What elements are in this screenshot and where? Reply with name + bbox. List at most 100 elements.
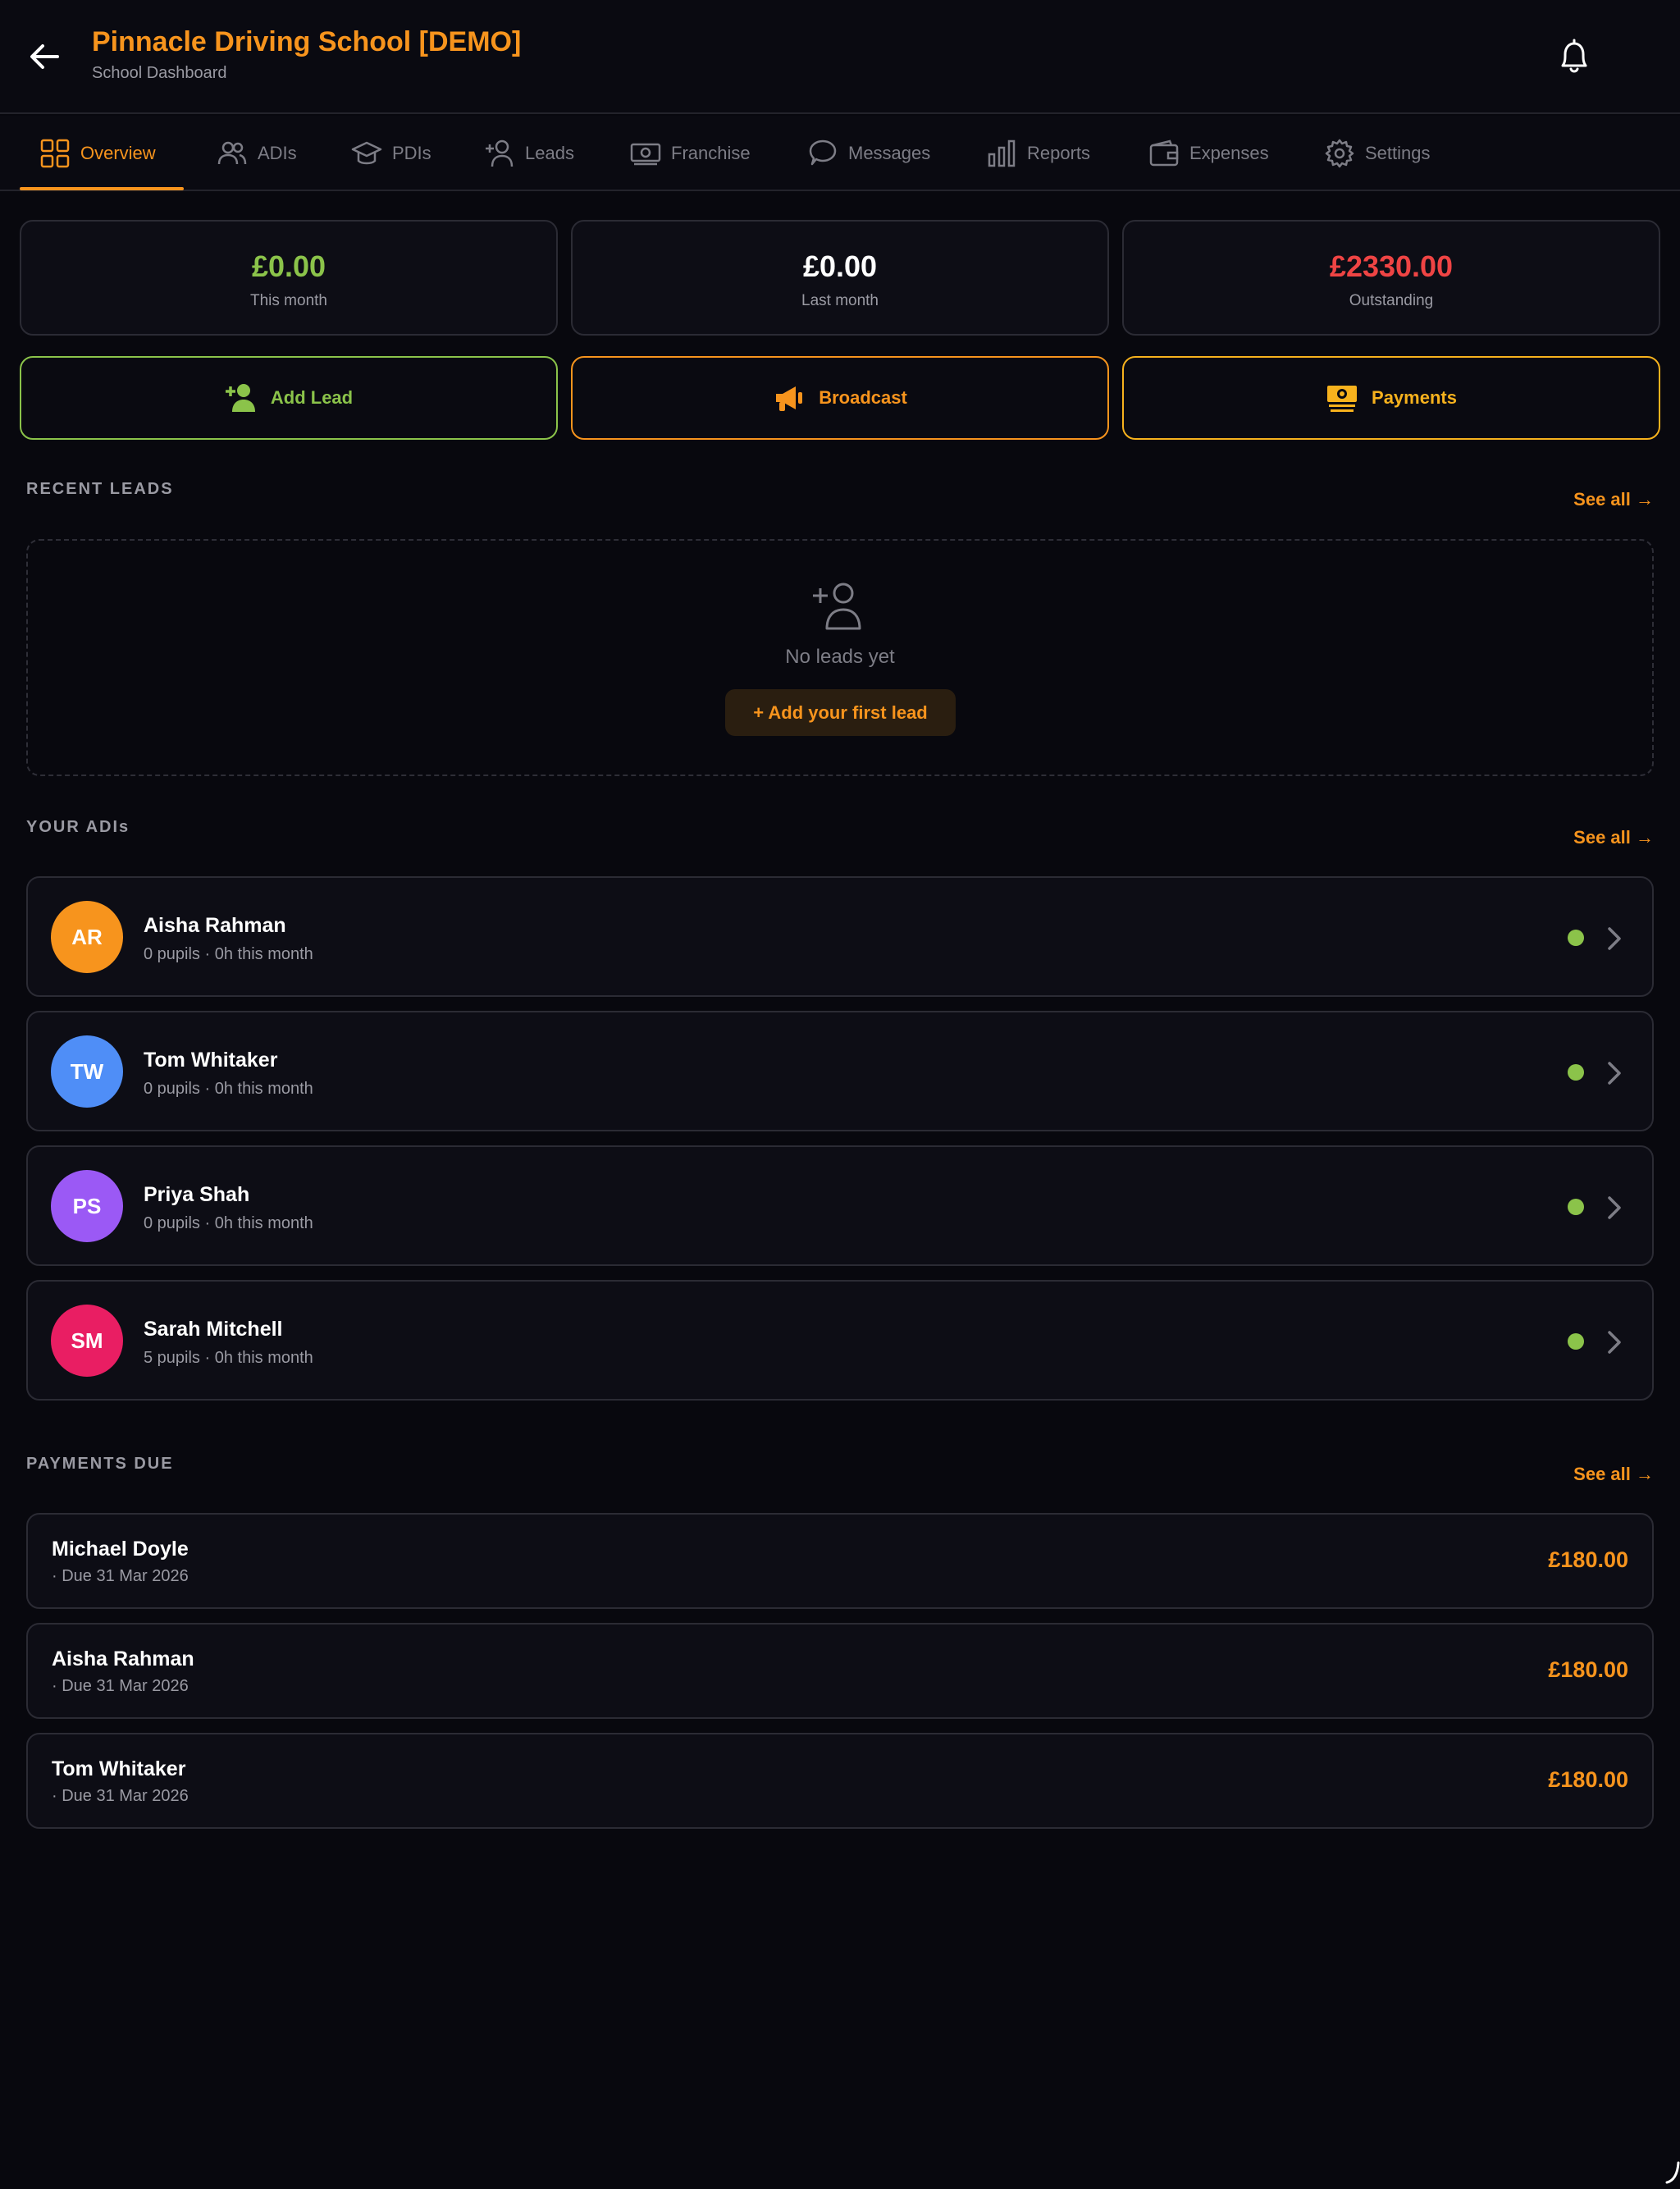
adi-name: Aisha Rahman <box>144 914 286 937</box>
tab-label: PDIs <box>392 143 431 163</box>
payment-due-date: · Due 31 Mar 2026 <box>52 1677 189 1695</box>
stat-value: £0.00 <box>251 249 326 283</box>
avatar: AR <box>51 901 123 973</box>
banknote-icon <box>630 143 661 166</box>
status-dot <box>1568 1199 1584 1215</box>
user-plus-icon <box>486 139 514 167</box>
user-plus-icon <box>813 583 861 630</box>
adi-meta: 0 pupils · 0h this month <box>144 945 313 963</box>
megaphone-icon <box>776 386 803 411</box>
avatar: PS <box>51 1170 123 1242</box>
chevron-right-icon <box>1608 1196 1621 1219</box>
tab-messages[interactable]: Messages <box>807 116 930 191</box>
adi-meta: 0 pupils · 0h this month <box>144 1214 313 1232</box>
stat-value: £0.00 <box>802 249 878 283</box>
tab-label: Settings <box>1365 143 1431 163</box>
payment-row[interactable]: Tom Whitaker · Due 31 Mar 2026 £180.00 <box>26 1733 1654 1829</box>
payment-amount: £180.00 <box>1548 1767 1628 1792</box>
back-button[interactable] <box>26 38 64 75</box>
add-lead-label: Add Lead <box>270 387 354 408</box>
payment-row[interactable]: Aisha Rahman · Due 31 Mar 2026 £180.00 <box>26 1623 1654 1719</box>
payer-name: Tom Whitaker <box>52 1757 186 1780</box>
avatar: SM <box>51 1305 123 1377</box>
tab-leads[interactable]: Leads <box>484 116 574 191</box>
arrow-left-icon <box>30 44 59 69</box>
payment-amount: £180.00 <box>1548 1657 1628 1682</box>
payment-due-date: · Due 31 Mar 2026 <box>52 1787 189 1805</box>
status-dot <box>1568 1064 1584 1081</box>
tab-expenses[interactable]: Expenses <box>1148 116 1269 191</box>
broadcast-button[interactable]: Broadcast <box>571 356 1109 440</box>
payment-amount: £180.00 <box>1548 1547 1628 1572</box>
gear-icon <box>1325 139 1354 168</box>
empty-leads-text: No leads yet <box>785 646 895 668</box>
active-tab-indicator <box>20 187 184 190</box>
status-dot <box>1568 930 1584 946</box>
money-stack-icon <box>1327 386 1358 412</box>
stat-card-last-month: £0.00 Last month <box>571 220 1109 336</box>
adi-name: Tom Whitaker <box>144 1049 278 1072</box>
notifications-button[interactable] <box>1555 36 1593 77</box>
payments-label: Payments <box>1372 387 1457 408</box>
adis-see-all-link[interactable]: See all → <box>1573 827 1654 848</box>
page-subtitle: School Dashboard <box>92 64 227 82</box>
payments-see-all-link[interactable]: See all → <box>1573 1464 1654 1485</box>
adi-meta: 0 pupils · 0h this month <box>144 1080 313 1098</box>
broadcast-label: Broadcast <box>819 387 907 408</box>
payer-name: Aisha Rahman <box>52 1647 194 1670</box>
recent-leads-see-all-link[interactable]: See all → <box>1573 489 1654 510</box>
avatar: TW <box>51 1035 123 1108</box>
wallet-icon <box>1149 139 1179 167</box>
tab-label: ADIs <box>258 143 297 163</box>
status-dot <box>1568 1333 1584 1350</box>
tab-adis[interactable]: ADIs <box>217 116 297 191</box>
add-lead-button[interactable]: Add Lead <box>20 356 558 440</box>
adis-heading: YOUR ADIs <box>26 818 130 836</box>
adi-card[interactable]: TW Tom Whitaker 0 pupils · 0h this month <box>26 1011 1654 1131</box>
stat-card-this-month: £0.00 This month <box>20 220 558 336</box>
adi-name: Sarah Mitchell <box>144 1318 283 1341</box>
add-first-lead-button[interactable]: + Add your first lead <box>725 689 956 736</box>
tab-franchise[interactable]: Franchise <box>630 116 751 191</box>
tab-label: Messages <box>848 143 931 163</box>
tab-label: Reports <box>1027 143 1091 163</box>
stat-label: Last month <box>801 292 879 309</box>
adi-card[interactable]: AR Aisha Rahman 0 pupils · 0h this month <box>26 876 1654 997</box>
tab-overview[interactable]: Overview <box>39 116 156 191</box>
resize-handle-icon <box>1665 2161 1680 2184</box>
user-plus-icon <box>225 384 255 412</box>
payments-due-heading: PAYMENTS DUE <box>26 1455 174 1473</box>
chevron-right-icon <box>1608 1331 1621 1354</box>
tab-settings[interactable]: Settings <box>1324 116 1431 191</box>
bell-icon <box>1561 39 1587 73</box>
tab-label: Expenses <box>1189 143 1269 163</box>
payment-row[interactable]: Michael Doyle · Due 31 Mar 2026 £180.00 <box>26 1513 1654 1609</box>
stat-label: Outstanding <box>1349 292 1434 309</box>
nav-tabs: Overview ADIs PDIs Leads Franchise Messa… <box>0 116 1680 191</box>
users-icon <box>217 141 247 165</box>
tab-pdis[interactable]: PDIs <box>351 116 431 191</box>
chevron-right-icon <box>1608 927 1621 950</box>
tab-label: Overview <box>80 143 156 163</box>
grid-icon <box>40 139 70 168</box>
stat-label: This month <box>250 292 327 309</box>
tab-reports[interactable]: Reports <box>986 116 1090 191</box>
adi-meta: 5 pupils · 0h this month <box>144 1349 313 1367</box>
adi-card[interactable]: SM Sarah Mitchell 5 pupils · 0h this mon… <box>26 1280 1654 1401</box>
recent-leads-heading: RECENT LEADS <box>26 480 174 498</box>
tab-label: Franchise <box>671 143 751 163</box>
bar-chart-icon <box>988 139 1016 167</box>
adi-card[interactable]: PS Priya Shah 0 pupils · 0h this month <box>26 1145 1654 1266</box>
stat-card-outstanding: £2330.00 Outstanding <box>1122 220 1660 336</box>
adi-name: Priya Shah <box>144 1183 250 1206</box>
graduation-cap-icon <box>351 141 382 165</box>
tab-label: Leads <box>525 143 574 163</box>
page-title: Pinnacle Driving School [DEMO] <box>92 26 522 57</box>
chevron-right-icon <box>1608 1062 1621 1085</box>
payer-name: Michael Doyle <box>52 1538 189 1561</box>
payments-button[interactable]: Payments <box>1122 356 1660 440</box>
stat-value: £2330.00 <box>1329 249 1454 283</box>
app-header: Pinnacle Driving School [DEMO] School Da… <box>0 0 1680 114</box>
payment-due-date: · Due 31 Mar 2026 <box>52 1567 189 1585</box>
chat-bubble-icon <box>809 139 837 166</box>
